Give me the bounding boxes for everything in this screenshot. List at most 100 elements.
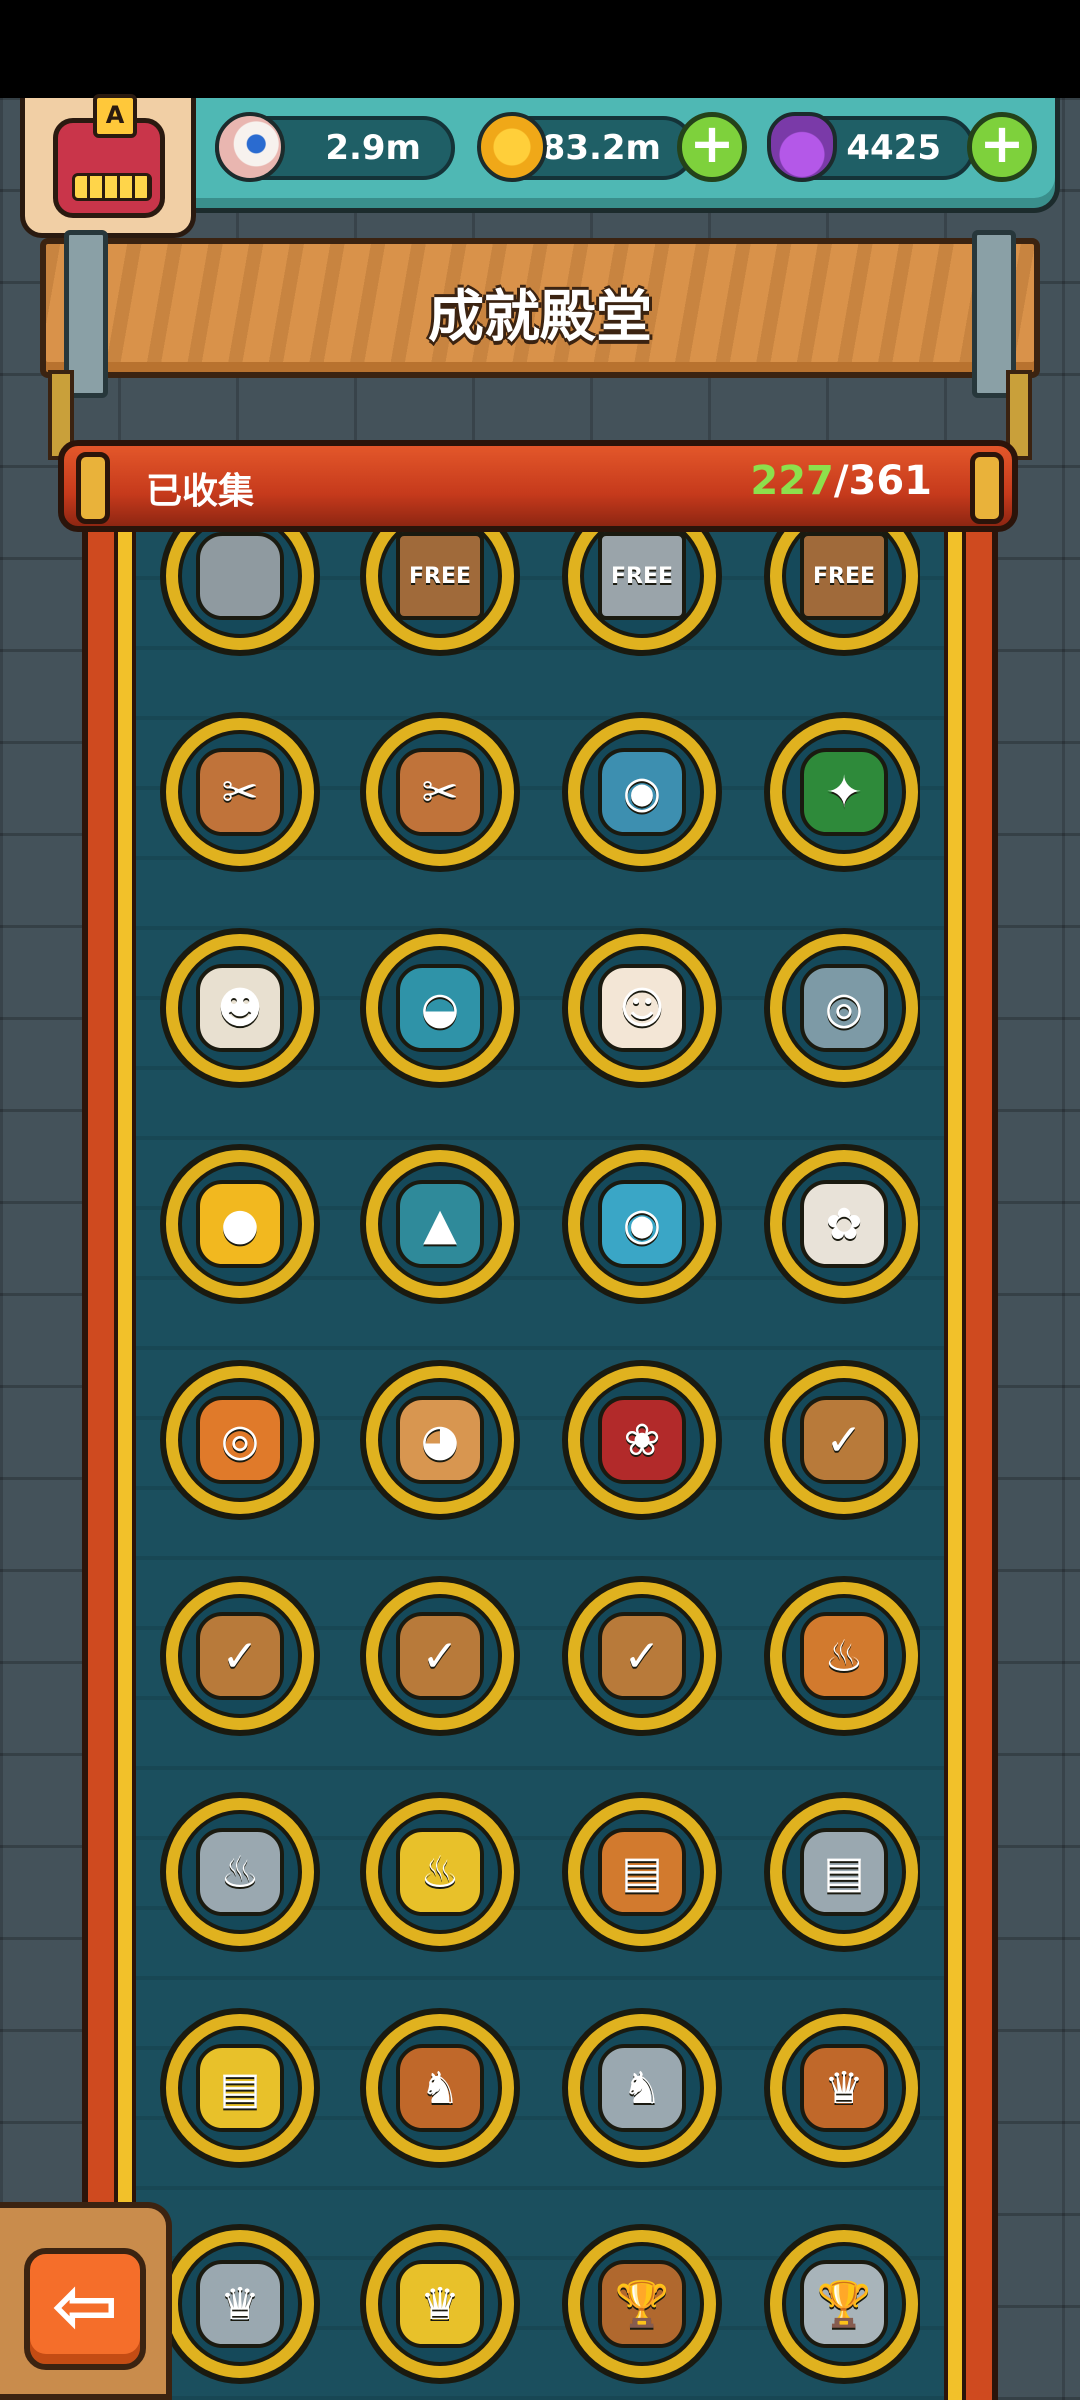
achievement-badge[interactable]: ▲ (360, 1144, 520, 1304)
coin-value: 83.2m (541, 128, 661, 168)
free-sign-bronze-icon: FREE (800, 532, 888, 620)
badge-core: FREE (580, 520, 704, 638)
tiger-bronze-icon: ♛ (800, 2044, 888, 2132)
achievement-badge[interactable]: ☺ (562, 928, 722, 1088)
tiger-gold-icon: ♛ (396, 2260, 484, 2348)
achievement-badge[interactable]: ♛ (764, 2008, 920, 2168)
achievement-badge[interactable]: ◒ (360, 928, 520, 1088)
player-avatar[interactable]: A (20, 94, 196, 238)
cyclops-monster-icon: ◉ (598, 1180, 686, 1268)
back-button[interactable]: ⇦ (24, 2248, 146, 2370)
chef-bronze-icon: ♨ (800, 1612, 888, 1700)
badge-core: ◉ (580, 1162, 704, 1286)
avatar-rank-badge: A (93, 94, 137, 138)
achievement-badge[interactable]: ✓ (562, 1576, 722, 1736)
scroll-check-icon: ✓ (800, 1396, 888, 1484)
achievement-badge[interactable]: ◉ (562, 712, 722, 872)
page-title: 成就殿堂 (428, 285, 652, 350)
badge-core: ☻ (178, 946, 302, 1070)
crossed-tools-bronze-icon: ✂ (196, 748, 284, 836)
count-separator: / (833, 458, 849, 504)
resource-bar: 2.9m 83.2m + 4425 + (150, 98, 1060, 213)
achievement-badge[interactable]: ◕ (360, 1360, 520, 1520)
robot-explorer-icon: ◎ (800, 964, 888, 1052)
badge-core: ◎ (178, 1378, 302, 1502)
ogre-silver-icon: ♞ (598, 2044, 686, 2132)
badge-core: ♞ (378, 2026, 502, 2150)
lion-dance-icon: ☻ (196, 964, 284, 1052)
achievement-badge[interactable]: ▤ (764, 1792, 920, 1952)
achievement-badge[interactable]: ✿ (764, 1144, 920, 1304)
achievement-badge[interactable]: ♨ (764, 1576, 920, 1736)
chef-gold-icon: ♨ (396, 1828, 484, 1916)
scroll-stack-check-icon: ✓ (598, 1612, 686, 1700)
badge-core: ✓ (580, 1594, 704, 1718)
achievement-badge[interactable]: ♛ (160, 2224, 320, 2384)
coin-icon (477, 112, 547, 182)
bread-bronze-icon: ▤ (598, 1828, 686, 1916)
badge-core: ♞ (580, 2026, 704, 2150)
achievement-badge[interactable]: ◎ (764, 928, 920, 1088)
achievement-badge[interactable]: 🏆 (562, 2224, 722, 2384)
achievement-badge[interactable]: ▤ (562, 1792, 722, 1952)
trophy-silver-icon: 🏆 (800, 2260, 888, 2348)
achievement-badge[interactable]: ✓ (160, 1576, 320, 1736)
potion-icon (767, 112, 837, 182)
achievement-badge[interactable]: ✂ (360, 712, 520, 872)
rod-cap-left (76, 452, 110, 524)
badge-core: FREE (782, 520, 906, 638)
achievement-badge[interactable]: ✓ (360, 1576, 520, 1736)
achievement-badge[interactable]: ♨ (360, 1792, 520, 1952)
achievement-badge[interactable]: ✦ (764, 712, 920, 872)
badge-core: ✓ (178, 1594, 302, 1718)
achievement-badge[interactable]: ♞ (360, 2008, 520, 2168)
achievement-badge[interactable]: FREE (562, 520, 722, 656)
achievement-badge[interactable]: ☻ (160, 928, 320, 1088)
chicken-icon: ● (196, 1180, 284, 1268)
achievement-badge[interactable]: ● (160, 1144, 320, 1304)
achievement-badge[interactable]: ▤ (160, 2008, 320, 2168)
achievement-badge[interactable]: ✂ (160, 712, 320, 872)
achievement-badge[interactable]: 🏆 (764, 2224, 920, 2384)
back-arrow-icon: ⇦ (51, 2259, 119, 2352)
achievement-badge[interactable]: ♛ (360, 2224, 520, 2384)
add-coin-button[interactable]: + (677, 112, 747, 182)
badge-core: ✿ (782, 1162, 906, 1286)
badge-core: ✦ (782, 730, 906, 854)
badge-core: ♛ (782, 2026, 906, 2150)
badge-core: ✂ (178, 730, 302, 854)
total-value: 361 (848, 458, 933, 504)
pumpkin-robot-icon: ◎ (196, 1396, 284, 1484)
title-board: 成就殿堂 (40, 230, 1040, 398)
achievement-badge[interactable]: ✓ (764, 1360, 920, 1520)
add-potion-button[interactable]: + (967, 112, 1037, 182)
badge-core: ✂ (378, 730, 502, 854)
dragon-icon: ▲ (396, 1180, 484, 1268)
badge-core (178, 520, 302, 638)
achievement-badge[interactable] (160, 520, 320, 656)
collected-label: 已收集 (146, 471, 255, 512)
achievement-badge[interactable]: ♞ (562, 2008, 722, 2168)
eyeball-cluster-icon: ◉ (598, 748, 686, 836)
badge-core: ▲ (378, 1162, 502, 1286)
achievement-grid[interactable]: FREE FREE FREE ✂ ✂ ◉ ✦ ☻ ◒ ☺ ◎ ● ▲ ◉ ✿ ◎ ◕ ❀ ✓ ✓ ✓ ✓ ♨ ♨ ♨ ▤ ▤ ▤ ♞ ♞ ♛… (160, 520, 920, 2400)
badge-core: FREE (378, 520, 502, 638)
badge-core: ❀ (580, 1378, 704, 1502)
scroll-stack-check-icon: ✓ (396, 1612, 484, 1700)
rod-cap-right (970, 452, 1004, 524)
collected-value: 227 (750, 458, 834, 504)
badge-core: ☺ (580, 946, 704, 1070)
tiger-silver-icon: ♛ (196, 2260, 284, 2348)
achievement-badge[interactable]: ◎ (160, 1360, 320, 1520)
achievement-badge[interactable]: FREE (764, 520, 920, 656)
achievement-badge[interactable]: FREE (360, 520, 520, 656)
rose-icon: ❀ (598, 1396, 686, 1484)
rabbit-icon: ✿ (800, 1180, 888, 1268)
badge-core: ◒ (378, 946, 502, 1070)
achievement-badge[interactable]: ❀ (562, 1360, 722, 1520)
badge-core: ◎ (782, 946, 906, 1070)
badge-core: ▤ (782, 1810, 906, 1934)
achievement-badge[interactable]: ◉ (562, 1144, 722, 1304)
achievement-badge[interactable]: ♨ (160, 1792, 320, 1952)
badge-core: ♛ (378, 2242, 502, 2366)
